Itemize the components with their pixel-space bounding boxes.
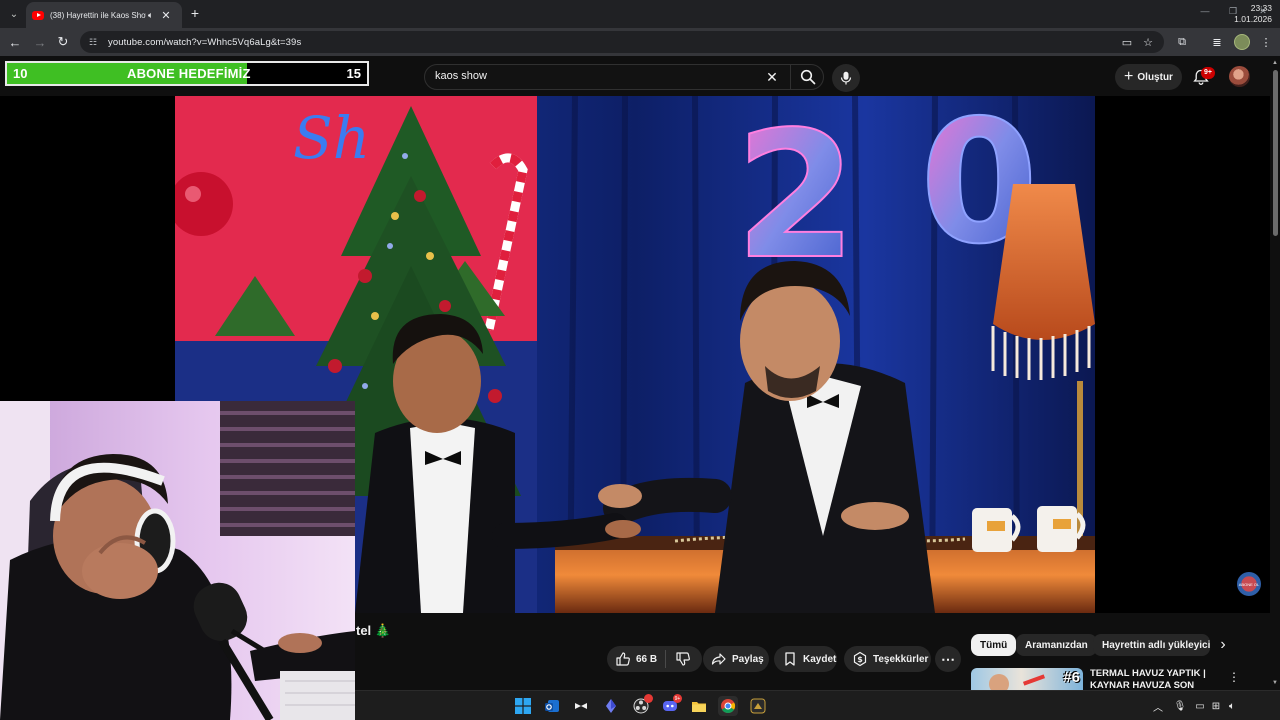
thumbs-up-icon bbox=[616, 652, 630, 666]
goal-current: 10 bbox=[13, 66, 28, 81]
subscriber-goal-overlay: 10 ABONE HEDEFİMİZ 15 bbox=[5, 61, 369, 86]
more-horizontal-icon: ⋯ bbox=[941, 650, 955, 667]
profile-avatar[interactable] bbox=[1234, 34, 1250, 50]
webcam-scene bbox=[0, 401, 355, 720]
plus-icon: + bbox=[1124, 68, 1134, 85]
back-icon[interactable]: ← bbox=[6, 33, 24, 51]
clock-time: 23:33 bbox=[1250, 3, 1272, 13]
chip-all[interactable]: Tümü bbox=[971, 634, 1017, 656]
notifications-badge: 9+ bbox=[1201, 67, 1215, 79]
microphone-icon bbox=[840, 71, 852, 85]
tab-close-icon[interactable]: ✕ bbox=[161, 9, 170, 22]
tab-search-icon[interactable]: ⌄ bbox=[4, 4, 24, 24]
dislike-button[interactable] bbox=[666, 651, 700, 667]
search-icon bbox=[800, 69, 815, 85]
tray-overflow-icon[interactable]: ︿ bbox=[1151, 699, 1165, 714]
like-count: 66 B bbox=[636, 653, 658, 665]
create-button[interactable]: + Oluştur bbox=[1115, 64, 1182, 90]
cast-icon[interactable]: ▭ bbox=[1120, 35, 1134, 49]
youtube-header: 10 ABONE HEDEFİMİZ 15 kaos show ✕ + Oluş… bbox=[0, 56, 1280, 96]
new-tab-icon[interactable]: + bbox=[186, 4, 204, 22]
clear-search-icon[interactable]: ✕ bbox=[764, 69, 780, 85]
chips-next-icon[interactable]: › bbox=[1214, 635, 1232, 655]
browser-menu-icon[interactable]: ⋮ bbox=[1258, 34, 1274, 50]
recommendation-episode-number: #6 bbox=[1063, 669, 1080, 686]
extensions-icon[interactable]: ⧉ bbox=[1174, 34, 1190, 50]
goal-target: 15 bbox=[346, 66, 361, 81]
save-button[interactable]: Kaydet bbox=[774, 646, 837, 672]
scroll-down-icon[interactable]: ▼ bbox=[1271, 680, 1279, 688]
video-title: tel 🎄 bbox=[356, 623, 391, 638]
minimize-icon[interactable]: — bbox=[1198, 6, 1212, 16]
outlook-icon[interactable] bbox=[542, 696, 562, 716]
thumbs-down-icon bbox=[676, 652, 690, 666]
reload-icon[interactable]: ↻ bbox=[54, 33, 72, 51]
scroll-up-icon[interactable]: ▲ bbox=[1271, 60, 1279, 68]
share-button[interactable]: Paylaş bbox=[703, 646, 769, 672]
browser-tab-strip: ⌄ (38) Hayrettin ile Kaos Show 🔈︎ ✕ + — … bbox=[0, 0, 1280, 28]
svg-text:Sh: Sh bbox=[293, 104, 370, 172]
bookmark-icon bbox=[782, 651, 798, 667]
windows-start-icon[interactable] bbox=[513, 696, 533, 716]
bookmark-star-icon[interactable]: ☆ bbox=[1141, 35, 1155, 49]
recommendation-menu-icon[interactable]: ⋮ bbox=[1228, 670, 1240, 686]
app-diamond-icon[interactable] bbox=[601, 696, 621, 716]
app-gold-icon[interactable] bbox=[748, 696, 768, 716]
svg-text:$: $ bbox=[857, 655, 863, 664]
site-info-icon[interactable]: ☷ bbox=[86, 35, 100, 49]
thanks-dollar-icon: $ bbox=[852, 651, 868, 667]
thanks-label: Teşekkürler bbox=[873, 653, 929, 665]
tray-display-icon[interactable]: ▭ bbox=[1193, 699, 1207, 713]
forward-icon[interactable]: → bbox=[31, 33, 49, 51]
search-box[interactable]: kaos show ✕ bbox=[424, 64, 824, 90]
more-actions-button[interactable]: ⋯ bbox=[935, 646, 961, 672]
windows-taskbar: 9+ ︿ 🎙︎ ▭ ⊞ 🔈︎ bbox=[355, 690, 1280, 720]
account-avatar[interactable] bbox=[1229, 66, 1250, 87]
thumbnail-arrow-icon bbox=[1022, 674, 1046, 686]
obs-icon[interactable] bbox=[631, 694, 653, 716]
address-bar[interactable]: ☷ youtube.com/watch?v=Whhc5Vq6aLg&t=39s … bbox=[80, 31, 1164, 53]
screen: ⌄ (38) Hayrettin ile Kaos Show 🔈︎ ✕ + — … bbox=[0, 0, 1280, 720]
recommendation-title[interactable]: TERMAL HAVUZ YAPTIK | KAYNAR HAVUZA SON … bbox=[1090, 668, 1220, 690]
recommendation-thumbnail[interactable]: #6 bbox=[971, 668, 1083, 690]
capcut-icon[interactable] bbox=[571, 696, 591, 716]
create-label: Oluştur bbox=[1137, 71, 1173, 83]
taskbar-clock[interactable]: 23:33 1.01.2026 bbox=[1228, 3, 1272, 25]
tab-audio-icon[interactable]: 🔈︎ bbox=[148, 10, 153, 21]
subscribe-watermark-button[interactable]: ABONE OL bbox=[1237, 572, 1261, 596]
browser-tab[interactable]: (38) Hayrettin ile Kaos Show 🔈︎ ✕ bbox=[26, 2, 182, 28]
tray-volume-icon[interactable]: 🔈︎ bbox=[1225, 699, 1239, 713]
tab-title: (38) Hayrettin ile Kaos Show bbox=[50, 10, 146, 20]
chrome-icon[interactable] bbox=[718, 696, 738, 716]
like-dislike-group: 66 B bbox=[607, 646, 702, 672]
chip-uploader[interactable]: Hayrettin adlı yükleyicid bbox=[1093, 634, 1210, 656]
page-scrollbar-thumb[interactable] bbox=[1273, 70, 1278, 236]
clock-date: 1.01.2026 bbox=[1234, 14, 1272, 24]
reading-list-icon[interactable]: ≣ bbox=[1209, 34, 1225, 50]
tray-microphone-icon[interactable]: 🎙︎ bbox=[1173, 699, 1187, 713]
browser-toolbar: ← → ↻ ☷ youtube.com/watch?v=Whhc5Vq6aLg&… bbox=[0, 28, 1280, 56]
search-input[interactable]: kaos show bbox=[435, 70, 487, 82]
chip-from-search[interactable]: Aramanızdan bbox=[1016, 634, 1097, 656]
url-text[interactable]: youtube.com/watch?v=Whhc5Vq6aLg&t=39s bbox=[108, 37, 301, 48]
thanks-button[interactable]: $ Teşekkürler bbox=[844, 646, 931, 672]
goal-label: ABONE HEDEFİMİZ bbox=[127, 66, 251, 81]
obs-recording-dot bbox=[644, 694, 653, 703]
like-button[interactable]: 66 B bbox=[607, 651, 665, 667]
youtube-favicon-icon bbox=[32, 10, 44, 20]
share-label: Paylaş bbox=[732, 653, 764, 665]
file-explorer-icon[interactable] bbox=[689, 696, 709, 716]
discord-icon[interactable]: 9+ bbox=[660, 694, 682, 716]
search-button[interactable] bbox=[790, 65, 824, 89]
voice-search-button[interactable] bbox=[832, 64, 860, 92]
webcam-overlay bbox=[0, 401, 355, 720]
thumbnail-face bbox=[989, 674, 1009, 690]
share-icon bbox=[711, 651, 727, 667]
tray-network-icon[interactable]: ⊞ bbox=[1209, 699, 1223, 713]
save-label: Kaydet bbox=[803, 653, 837, 665]
discord-badge: 9+ bbox=[673, 694, 682, 703]
